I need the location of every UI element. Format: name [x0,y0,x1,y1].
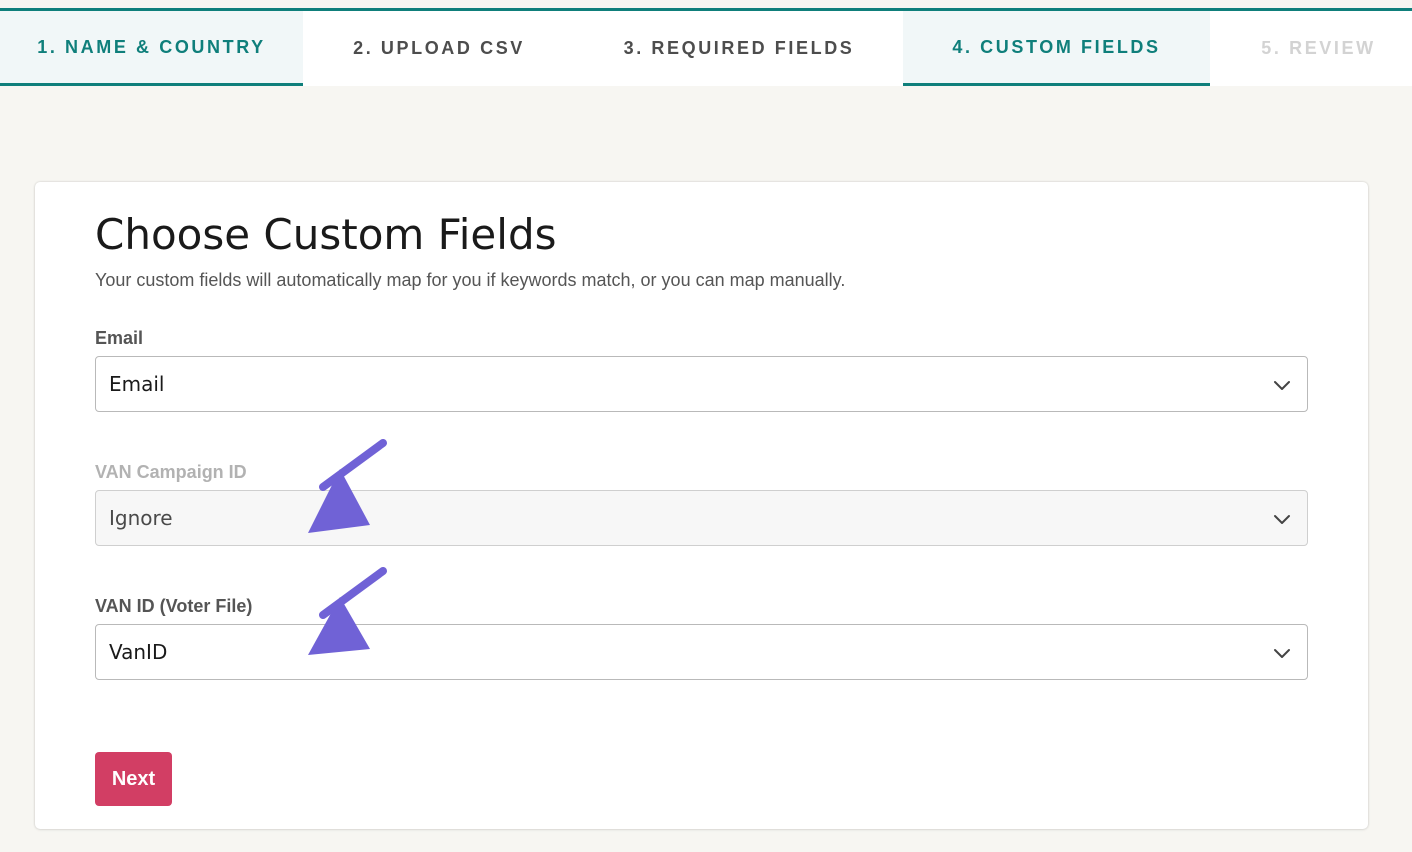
step-name-country-label: 1. NAME & COUNTRY [37,36,266,57]
page-subtitle: Your custom fields will automatically ma… [95,270,846,290]
annotation-arrow-icon [308,439,387,533]
annotation-arrow-icon [308,567,387,655]
step-name-country[interactable]: 1. NAME & COUNTRY [0,11,303,86]
custom-fields-card: Choose Custom Fields Your custom fields … [35,182,1368,829]
step-custom-fields[interactable]: 4. CUSTOM FIELDS [903,11,1210,86]
step-required-fields-label: 3. REQUIRED FIELDS [623,38,855,58]
chevron-down-icon [1274,649,1290,658]
van-campaign-id-select-value: Ignore [109,506,173,530]
step-review: 5. REVIEW [1210,11,1412,86]
van-id-field-label: VAN ID (Voter File) [95,596,253,616]
step-upload-csv[interactable]: 2. UPLOAD CSV [303,11,575,86]
page-title: Choose Custom Fields [95,210,557,259]
next-button[interactable]: Next [95,752,172,806]
email-field-label: Email [95,328,144,348]
email-select[interactable]: Email [95,356,1308,412]
step-review-label: 5. REVIEW [1261,38,1376,58]
van-id-select-value: VanID [109,640,168,664]
chevron-down-icon [1274,515,1290,524]
step-custom-fields-label: 4. CUSTOM FIELDS [952,36,1161,57]
step-upload-csv-label: 2. UPLOAD CSV [353,38,525,58]
email-select-value: Email [109,372,165,396]
step-required-fields[interactable]: 3. REQUIRED FIELDS [575,11,903,86]
progress-stepper: 1. NAME & COUNTRY 2. UPLOAD CSV 3. REQUI… [0,11,1412,86]
van-campaign-id-label: VAN Campaign ID [95,462,247,482]
chevron-down-icon [1274,381,1290,390]
